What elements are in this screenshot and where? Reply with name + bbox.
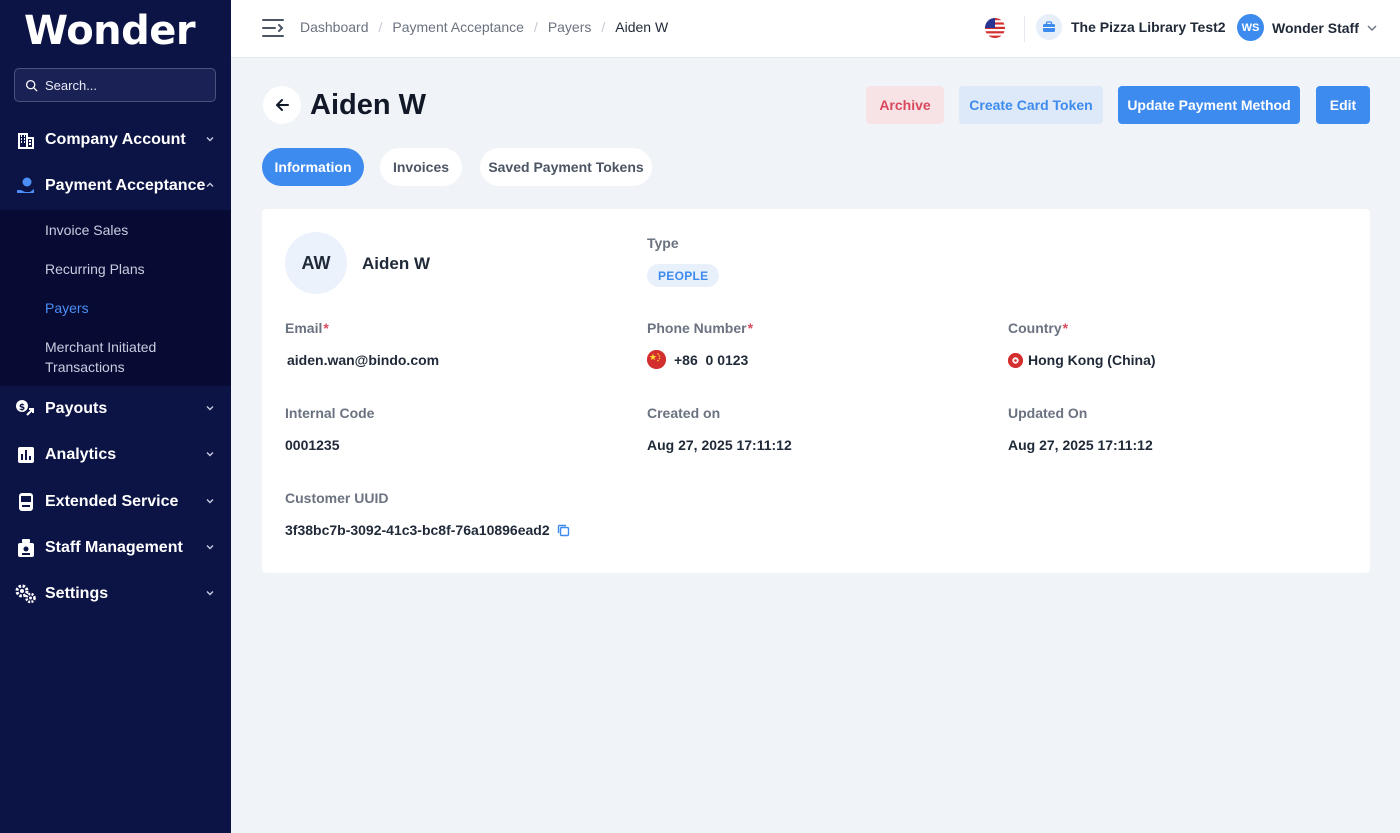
user-name: Wonder Staff (1272, 19, 1359, 36)
payout-icon: $ (15, 398, 37, 420)
header-divider (1024, 16, 1025, 42)
type-label: Type (647, 235, 679, 251)
updated-on-value: Aug 27, 2025 17:11:12 (1008, 437, 1153, 453)
customer-uuid-field: 3f38bc7b-3092-41c3-bc8f-76a10896ead2 (285, 521, 570, 539)
china-flag-icon (647, 350, 666, 369)
store-icon (1036, 14, 1062, 40)
chevron-down-icon (206, 452, 214, 457)
chevron-down-icon (1367, 25, 1377, 31)
breadcrumb-separator: / (378, 19, 383, 35)
customer-uuid-value: 3f38bc7b-3092-41c3-bc8f-76a10896ead2 (285, 522, 550, 538)
svg-text:$: $ (19, 403, 25, 413)
country-field: Hong Kong (China) (1008, 351, 1156, 369)
submenu-merchant-initiated-transactions[interactable]: Merchant Initiated Transactions (45, 337, 195, 377)
required-mark: * (323, 320, 329, 336)
created-on-value: Aug 27, 2025 17:11:12 (647, 437, 792, 453)
sidebar: Wonder Company Account Payment Acceptanc… (0, 0, 231, 833)
created-on-label: Created on (647, 405, 721, 421)
breadcrumb-separator: / (601, 19, 606, 35)
gears-icon (15, 583, 37, 605)
update-payment-method-button[interactable]: Update Payment Method (1118, 86, 1300, 124)
store-name: The Pizza Library Test2 (1071, 19, 1226, 35)
nav-payouts[interactable]: $ Payouts (0, 387, 231, 431)
chevron-down-icon (206, 591, 214, 596)
bar-chart-icon (15, 444, 37, 466)
user-menu[interactable]: WS Wonder Staff (1237, 14, 1378, 41)
chevron-down-icon (206, 499, 214, 504)
edit-button[interactable]: Edit (1316, 86, 1370, 124)
page-title: Aiden W (310, 89, 426, 121)
nav-payouts-label: Payouts (45, 400, 108, 417)
internal-code-value: 0001235 (285, 437, 340, 453)
nav-staff-management[interactable]: Staff Management (0, 526, 231, 570)
chevron-up-icon (206, 182, 214, 187)
nav-settings[interactable]: Settings (0, 572, 231, 616)
nav-payment-acceptance-label: Payment Acceptance (45, 177, 206, 194)
tab-information[interactable]: Information (262, 148, 364, 186)
submenu-payers[interactable]: Payers (45, 298, 89, 318)
type-badge: PEOPLE (647, 264, 720, 287)
arrow-left-icon (276, 99, 289, 111)
breadcrumb: Dashboard / Payment Acceptance / Payers … (300, 19, 668, 35)
email-label: Email (285, 320, 323, 336)
email-value: aiden.wan@bindo.com (287, 352, 440, 368)
nav-payment-acceptance[interactable]: Payment Acceptance (0, 164, 231, 208)
phone-field: +86 0 0123 (647, 350, 748, 369)
hand-coin-icon (15, 175, 37, 197)
customer-uuid-label: Customer UUID (285, 490, 389, 506)
breadcrumb-current: Aiden W (615, 19, 669, 35)
breadcrumb-separator: / (533, 19, 538, 35)
breadcrumb-payers[interactable]: Payers (548, 19, 592, 35)
phone-value: +86 0 0123 (674, 351, 749, 368)
nav-company-account-label: Company Account (45, 131, 186, 148)
brand-logo[interactable]: Wonder (24, 8, 196, 54)
payer-avatar: AW (285, 232, 347, 294)
email-label-group: Email* (285, 319, 329, 337)
archive-button[interactable]: Archive (866, 86, 944, 124)
submenu-recurring-plans[interactable]: Recurring Plans (45, 259, 145, 279)
nav-company-account[interactable]: Company Account (0, 118, 231, 162)
internal-code-label: Internal Code (285, 405, 375, 421)
breadcrumb-dashboard[interactable]: Dashboard (300, 19, 369, 35)
chevron-down-icon (206, 545, 214, 550)
store-switcher[interactable]: The Pizza Library Test2 (1036, 14, 1226, 40)
terminal-icon (15, 491, 37, 513)
nav-extended-service[interactable]: Extended Service (0, 480, 231, 524)
updated-on-label: Updated On (1008, 405, 1088, 421)
us-flag-icon[interactable] (985, 18, 1005, 38)
hong-kong-flag-icon (1008, 352, 1023, 368)
top-header: Dashboard / Payment Acceptance / Payers … (231, 0, 1400, 58)
search-icon (25, 79, 38, 91)
staff-icon (15, 537, 37, 559)
building-icon (15, 129, 37, 151)
chevron-down-icon (206, 406, 214, 411)
submenu-invoice-sales[interactable]: Invoice Sales (45, 220, 128, 240)
nav-analytics[interactable]: Analytics (0, 433, 231, 477)
search-box[interactable] (14, 68, 216, 102)
payer-name: Aiden W (362, 254, 430, 273)
back-button[interactable] (263, 86, 301, 124)
tab-invoices[interactable]: Invoices (380, 148, 462, 186)
avatar: WS (1237, 14, 1264, 41)
create-card-token-button[interactable]: Create Card Token (959, 86, 1103, 124)
nav-staff-management-label: Staff Management (45, 539, 183, 556)
country-label: Country (1008, 320, 1062, 336)
nav-settings-label: Settings (45, 585, 109, 602)
phone-label: Phone Number (647, 320, 747, 336)
payment-acceptance-submenu: Invoice Sales Recurring Plans Payers Mer… (0, 210, 231, 386)
breadcrumb-payment-acceptance[interactable]: Payment Acceptance (392, 19, 524, 35)
tab-saved-payment-tokens[interactable]: Saved Payment Tokens (480, 148, 652, 186)
nav-extended-service-label: Extended Service (45, 493, 179, 510)
search-input[interactable] (45, 77, 205, 93)
nav-analytics-label: Analytics (45, 446, 117, 463)
phone-label-group: Phone Number* (647, 319, 753, 337)
required-mark: * (1062, 320, 1069, 336)
chevron-down-icon (206, 137, 214, 142)
payer-info-card: AW Aiden W Type PEOPLE Email* aiden.wan@… (262, 209, 1370, 573)
country-label-group: Country* (1008, 319, 1068, 337)
required-mark: * (747, 320, 754, 336)
copy-icon[interactable] (557, 524, 570, 537)
country-value: Hong Kong (China) (1028, 352, 1156, 368)
menu-toggle-icon[interactable] (261, 17, 285, 39)
